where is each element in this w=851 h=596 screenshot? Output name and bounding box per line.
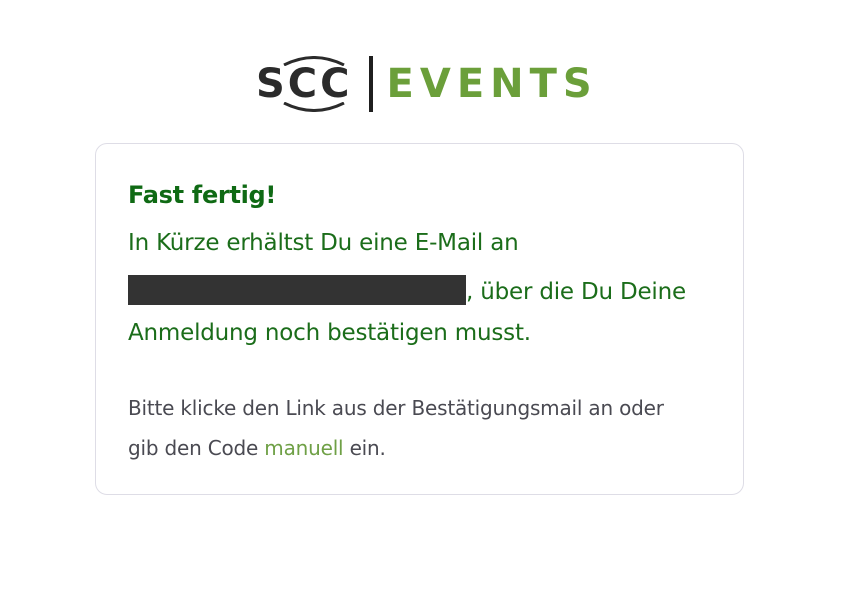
message-line-1: In Kürze erhältst Du eine E-Mail an	[128, 230, 519, 256]
hint-line-2-suffix: ein.	[343, 436, 386, 460]
redacted-email-address	[128, 275, 466, 305]
manual-code-link[interactable]: manuell	[264, 436, 343, 460]
message-line-2-suffix: , über die Du Deine	[466, 279, 686, 305]
card-title: Fast fertig!	[128, 181, 277, 209]
logo-product-text: EVENTS	[386, 61, 598, 107]
hint-line-1: Bitte klicke den Link aus der Bestätigun…	[128, 396, 664, 420]
message-line-3: Anmeldung noch bestätigen musst.	[128, 320, 531, 346]
scc-events-logo: SCC EVENTS	[256, 54, 598, 114]
confirmation-card: Fast fertig! In Kürze erhältst Du eine E…	[95, 143, 744, 495]
logo-brand: SCC	[256, 56, 353, 112]
message-line-2: , über die Du Deine	[128, 275, 686, 305]
hint-line-2: gib den Code manuell ein.	[128, 436, 386, 460]
hint-line-2-prefix: gib den Code	[128, 436, 265, 460]
logo-divider	[368, 56, 373, 112]
logo-brand-text: SCC	[256, 61, 353, 107]
